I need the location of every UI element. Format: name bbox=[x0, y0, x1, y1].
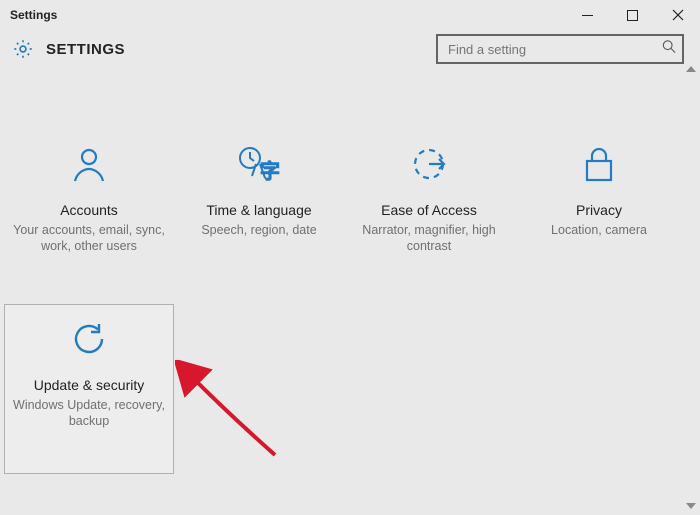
header: SETTINGS bbox=[0, 30, 700, 80]
scrollbar[interactable] bbox=[682, 60, 700, 515]
minimize-button[interactable] bbox=[565, 0, 610, 30]
search-container bbox=[436, 34, 684, 64]
tile-title: Ease of Access bbox=[381, 202, 477, 218]
tile-title: Time & language bbox=[206, 202, 311, 218]
window-controls bbox=[565, 0, 700, 30]
window-title: Settings bbox=[10, 8, 57, 22]
search-input[interactable] bbox=[436, 34, 684, 64]
content-area: Accounts Your accounts, email, sync, wor… bbox=[0, 80, 700, 474]
privacy-icon bbox=[581, 140, 617, 188]
tile-title: Privacy bbox=[576, 202, 622, 218]
tile-desc: Your accounts, email, sync, work, other … bbox=[12, 222, 166, 255]
tile-privacy[interactable]: Privacy Location, camera bbox=[514, 130, 684, 300]
tile-accounts[interactable]: Accounts Your accounts, email, sync, wor… bbox=[4, 130, 174, 300]
tile-ease-of-access[interactable]: Ease of Access Narrator, magnifier, high… bbox=[344, 130, 514, 300]
tile-desc: Speech, region, date bbox=[201, 222, 316, 238]
time-language-icon: 字 bbox=[236, 140, 282, 188]
tile-desc: Narrator, magnifier, high contrast bbox=[352, 222, 506, 255]
tile-desc: Windows Update, recovery, backup bbox=[13, 397, 165, 430]
ease-of-access-icon bbox=[408, 140, 450, 188]
page-title: SETTINGS bbox=[46, 41, 125, 58]
titlebar: Settings bbox=[0, 0, 700, 30]
tile-title: Accounts bbox=[60, 202, 118, 218]
close-icon bbox=[672, 9, 684, 21]
tile-desc: Location, camera bbox=[551, 222, 647, 238]
maximize-button[interactable] bbox=[610, 0, 655, 30]
tile-time-language[interactable]: 字 Time & language Speech, region, date bbox=[174, 130, 344, 300]
minimize-icon bbox=[582, 10, 593, 21]
tile-update-security[interactable]: Update & security Windows Update, recove… bbox=[4, 304, 174, 474]
chevron-down-icon bbox=[686, 503, 696, 509]
close-button[interactable] bbox=[655, 0, 700, 30]
settings-grid: Accounts Your accounts, email, sync, wor… bbox=[4, 130, 700, 474]
scroll-up-button[interactable] bbox=[682, 60, 700, 78]
tile-title: Update & security bbox=[34, 377, 145, 393]
scroll-down-button[interactable] bbox=[682, 497, 700, 515]
update-security-icon bbox=[68, 315, 110, 363]
maximize-icon bbox=[627, 10, 638, 21]
search-icon bbox=[662, 40, 676, 59]
accounts-icon bbox=[69, 140, 109, 188]
gear-icon bbox=[12, 38, 34, 60]
chevron-up-icon bbox=[686, 66, 696, 72]
